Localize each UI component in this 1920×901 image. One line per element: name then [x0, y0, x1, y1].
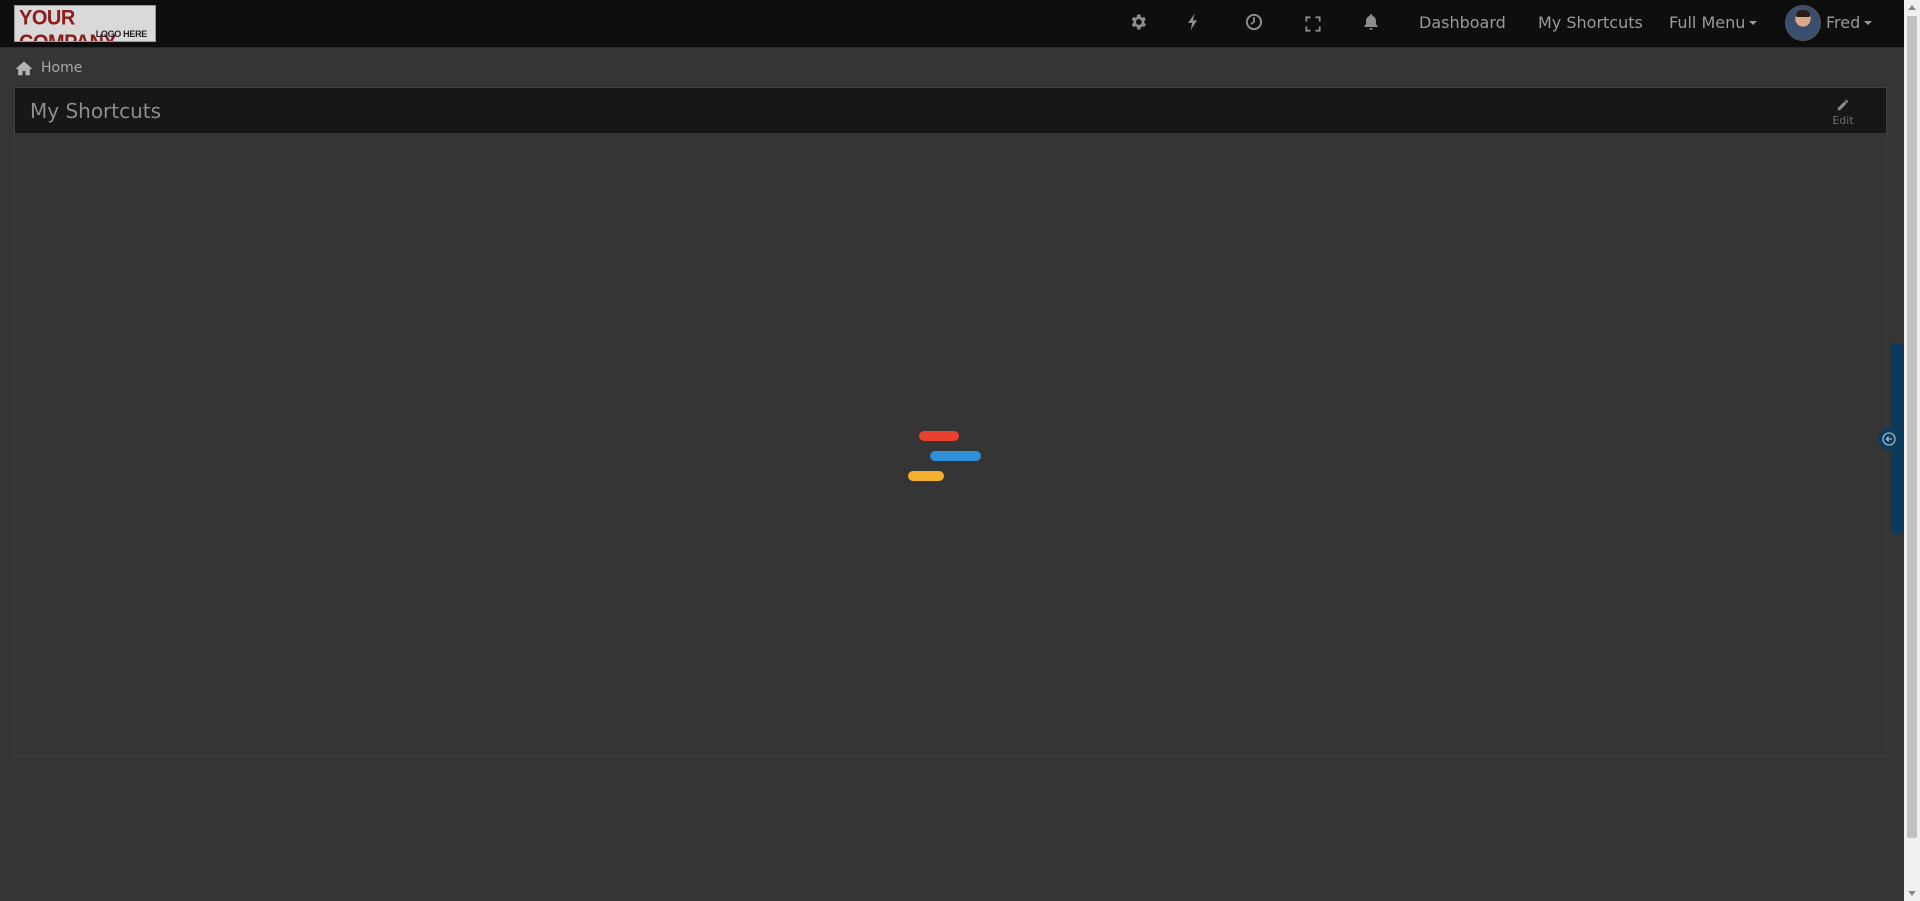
panel-header: My Shortcuts Edit — [15, 88, 1886, 133]
scroll-thumb[interactable] — [1907, 16, 1917, 838]
logo-line2: LOGO HERE — [95, 29, 148, 39]
full-menu-label: Full Menu — [1669, 13, 1746, 32]
gear-icon[interactable] — [1128, 12, 1148, 32]
pencil-icon — [1837, 99, 1849, 111]
user-name: Fred — [1826, 13, 1861, 32]
breadcrumb-home[interactable]: Home — [41, 60, 82, 76]
shortcuts-panel: My Shortcuts Edit — [14, 87, 1887, 757]
breadcrumb: Home — [15, 59, 82, 77]
scroll-up-icon[interactable] — [1908, 5, 1916, 10]
chevron-down-icon — [1749, 21, 1758, 25]
history-icon[interactable] — [1244, 12, 1264, 32]
nav-full-menu-dropdown[interactable]: Full Menu — [1669, 13, 1758, 32]
loader-bar-blue — [930, 451, 981, 461]
nav-my-shortcuts-link[interactable]: My Shortcuts — [1538, 13, 1643, 32]
bolt-icon[interactable] — [1183, 12, 1203, 32]
nav-dashboard-link[interactable]: Dashboard — [1419, 13, 1506, 32]
page-title: My Shortcuts — [30, 99, 162, 123]
edit-button[interactable]: Edit — [1828, 95, 1858, 129]
bell-icon[interactable] — [1361, 12, 1381, 32]
loader-bar-red — [919, 431, 959, 441]
chevron-down-icon — [1864, 21, 1873, 25]
edit-label: Edit — [1832, 114, 1854, 127]
company-logo[interactable]: YOUR COMPANY LOGO HERE — [14, 5, 156, 42]
top-navbar: YOUR COMPANY LOGO HERE Dashboard My Shor… — [0, 0, 1904, 48]
fullscreen-icon[interactable] — [1303, 14, 1323, 34]
loader-bar-yellow — [908, 471, 944, 481]
arrow-left-circle-icon — [1882, 432, 1896, 446]
scroll-down-icon[interactable] — [1908, 891, 1916, 896]
side-panel-toggle[interactable] — [1878, 428, 1900, 450]
page-scrollbar[interactable] — [1904, 0, 1920, 901]
user-avatar[interactable] — [1785, 5, 1821, 41]
home-icon — [16, 61, 32, 76]
user-menu-dropdown[interactable]: Fred — [1826, 13, 1873, 32]
